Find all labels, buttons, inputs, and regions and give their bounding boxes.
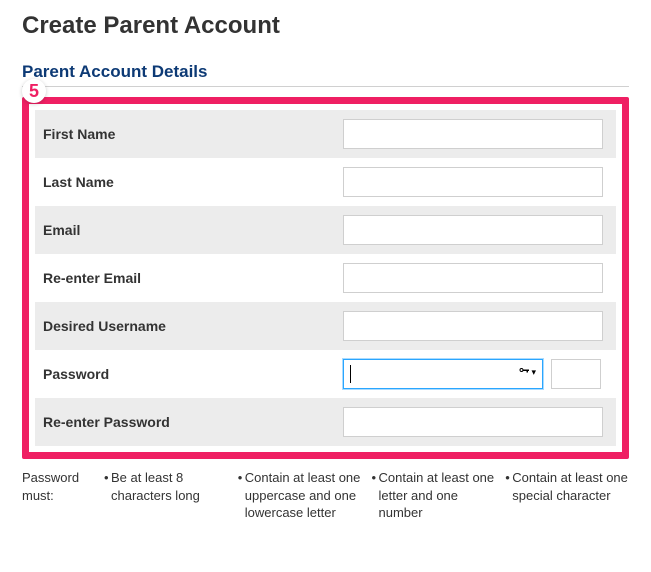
section-divider: [22, 86, 629, 87]
password-rules: Password must: Be at least 8 characters …: [22, 469, 629, 522]
row-password: Password ▾: [35, 350, 616, 398]
last-name-input[interactable]: [343, 167, 603, 197]
chevron-down-icon: ▾: [531, 367, 536, 378]
step-badge: 5: [22, 79, 46, 103]
label-reenter-email: Re-enter Email: [43, 270, 343, 286]
rules-lead: Password must:: [22, 469, 94, 522]
row-reenter-email: Re-enter Email: [35, 254, 616, 302]
label-first-name: First Name: [43, 126, 343, 142]
label-password: Password: [43, 366, 343, 382]
key-icon: [518, 365, 530, 380]
rule-1: Be at least 8 characters long: [104, 469, 228, 522]
label-reenter-password: Re-enter Password: [43, 414, 343, 430]
reenter-email-input[interactable]: [343, 263, 603, 293]
rule-3: Contain at least one letter and one numb…: [372, 469, 496, 522]
row-email: Email: [35, 206, 616, 254]
row-last-name: Last Name: [35, 158, 616, 206]
password-strength-box: [551, 359, 601, 389]
text-caret: [350, 365, 351, 383]
row-username: Desired Username: [35, 302, 616, 350]
form-container: First Name Last Name Email Re-enter Emai…: [22, 97, 629, 459]
label-username: Desired Username: [43, 318, 343, 334]
page-title: Create Parent Account: [22, 12, 629, 40]
rule-2: Contain at least one uppercase and one l…: [238, 469, 362, 522]
email-input[interactable]: [343, 215, 603, 245]
username-input[interactable]: [343, 311, 603, 341]
reenter-password-input[interactable]: [343, 407, 603, 437]
rule-4: Contain at least one special character: [505, 469, 629, 522]
password-input[interactable]: ▾: [343, 359, 543, 389]
first-name-input[interactable]: [343, 119, 603, 149]
row-reenter-password: Re-enter Password: [35, 398, 616, 446]
row-first-name: First Name: [35, 110, 616, 158]
section-title: Parent Account Details: [22, 62, 629, 82]
label-email: Email: [43, 222, 343, 238]
label-last-name: Last Name: [43, 174, 343, 190]
password-key-dropdown[interactable]: ▾: [518, 365, 536, 380]
